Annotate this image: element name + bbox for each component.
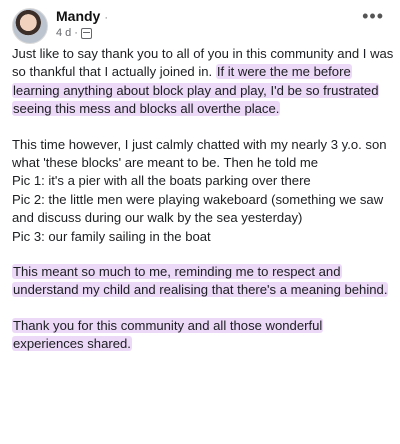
post-paragraph-1: Just like to say thank you to all of you… — [12, 45, 394, 119]
post-paragraph-3: This meant so much to me, reminding me t… — [12, 263, 394, 300]
author-suffix: · — [104, 12, 109, 24]
author-row: Mandy · — [56, 8, 108, 24]
privacy-icon — [80, 27, 92, 39]
paragraph-4-highlight: Thank you for this community and all tho… — [12, 317, 324, 352]
pic-1-caption: Pic 1: it's a pier with all the boats pa… — [12, 173, 311, 189]
pic-2-caption: Pic 2: the little men were playing wakeb… — [12, 191, 384, 226]
paragraph-3-highlight: This meant so much to me, reminding me t… — [12, 264, 389, 298]
post-paragraph-4: Thank you for this community and all tho… — [12, 317, 394, 354]
post-paragraph-2: This time however, I just calmly chatted… — [12, 136, 387, 171]
more-options-icon[interactable]: ••• — [362, 6, 384, 27]
avatar[interactable] — [12, 8, 48, 44]
post-time[interactable]: 4 d — [56, 27, 71, 39]
post-body: Just like to say thank you to all of you… — [12, 45, 394, 371]
meta-separator: · — [74, 27, 78, 39]
author-name[interactable]: Mandy — [56, 8, 100, 24]
post-meta: 4 d · — [56, 27, 92, 39]
pic-3-caption: Pic 3: our family sailing in the boat — [12, 228, 211, 244]
post-header: Mandy · 4 d · ••• — [0, 0, 400, 46]
